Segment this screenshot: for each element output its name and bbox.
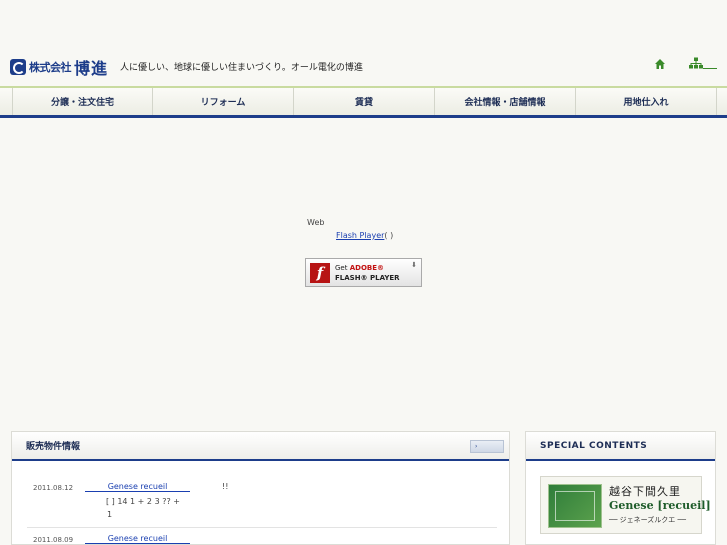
global-navigation: 分譲・注文住宅 リフォーム 賃貸 会社情報・店舗情報 用地仕入れ [0, 86, 727, 118]
special-contents-panel: SPECIAL CONTENTS 越谷下間久里 Genese [recueil]… [525, 431, 716, 545]
site-header: 株式会社 博進 人に優しい、地球に優しい住まいづくり。オール電化の博進 [0, 0, 727, 86]
flash-badge-adobe: ADOBE® [349, 263, 385, 272]
news-date: 2011.08.12 [33, 484, 74, 492]
logo-mark-icon [10, 59, 26, 75]
sales-info-panel: 販売物件情報 › 2011.08.12 Genese recueil !! [ … [11, 431, 510, 545]
news-headline-end: !! [222, 482, 229, 491]
sales-info-header: 販売物件情報 › [12, 432, 509, 461]
sitemap-icon[interactable] [689, 57, 703, 69]
special-contents-title: SPECIAL CONTENTS [540, 440, 648, 451]
site-tagline: 人に優しい、地球に優しい住まいづくり。オール電化の博進 [120, 63, 363, 73]
home-icon[interactable] [654, 58, 666, 70]
nav-item-housing[interactable]: 分譲・注文住宅 [12, 88, 153, 115]
banner-subtitle: ── ジェネーズルクエ ── [609, 516, 686, 524]
banner-brand: Genese [recueil] [609, 499, 711, 512]
banner-place: 越谷下間久里 [609, 485, 681, 498]
flash-player-link[interactable]: Flash Player [336, 231, 384, 240]
sitemap-underline [703, 68, 717, 69]
sales-info-title: 販売物件情報 [26, 442, 81, 452]
nav-item-reform[interactable]: リフォーム [153, 88, 294, 115]
download-arrow-icon: ⬇ [411, 261, 417, 269]
news-description: [ ] 14 1 + 2 3 ?? + [106, 497, 180, 506]
news-description-cont: 1 [107, 510, 113, 519]
special-contents-header: SPECIAL CONTENTS [526, 432, 715, 461]
sales-info-more-button[interactable]: › [470, 440, 504, 453]
logo-company-name: 博進 [74, 59, 109, 78]
news-date: 2011.08.09 [33, 536, 74, 544]
flash-notice-line2: Flash Player( ) [336, 231, 393, 240]
flash-badge-player: FLASH® PLAYER [335, 273, 400, 282]
flash-notice-line1: Web [307, 218, 325, 227]
flash-badge-get: Get [335, 263, 348, 272]
nav-item-rental[interactable]: 賃貸 [294, 88, 435, 115]
company-logo[interactable]: 株式会社 博進 [10, 57, 109, 78]
nav-item-land[interactable]: 用地仕入れ [576, 88, 717, 115]
news-link[interactable]: Genese recueil [85, 482, 190, 492]
list-item: 2011.08.12 Genese recueil !! [ ] 14 1 + … [27, 480, 497, 528]
banner-thumbnail [548, 484, 602, 528]
flash-badge-text: Get ADOBE® FLASH® PLAYER [335, 263, 400, 283]
nav-item-company[interactable]: 会社情報・店舗情報 [435, 88, 576, 115]
genese-recueil-banner[interactable]: 越谷下間久里 Genese [recueil] ── ジェネーズルクエ ── [540, 476, 711, 534]
news-link[interactable]: Genese recueil [85, 534, 190, 544]
flash-link-suffix: ( ) [384, 231, 394, 240]
flash-logo-icon: f [310, 262, 330, 283]
logo-company-type: 株式会社 [29, 61, 72, 74]
get-flash-player-button[interactable]: f Get ADOBE® FLASH® PLAYER ⬇ [305, 258, 422, 287]
